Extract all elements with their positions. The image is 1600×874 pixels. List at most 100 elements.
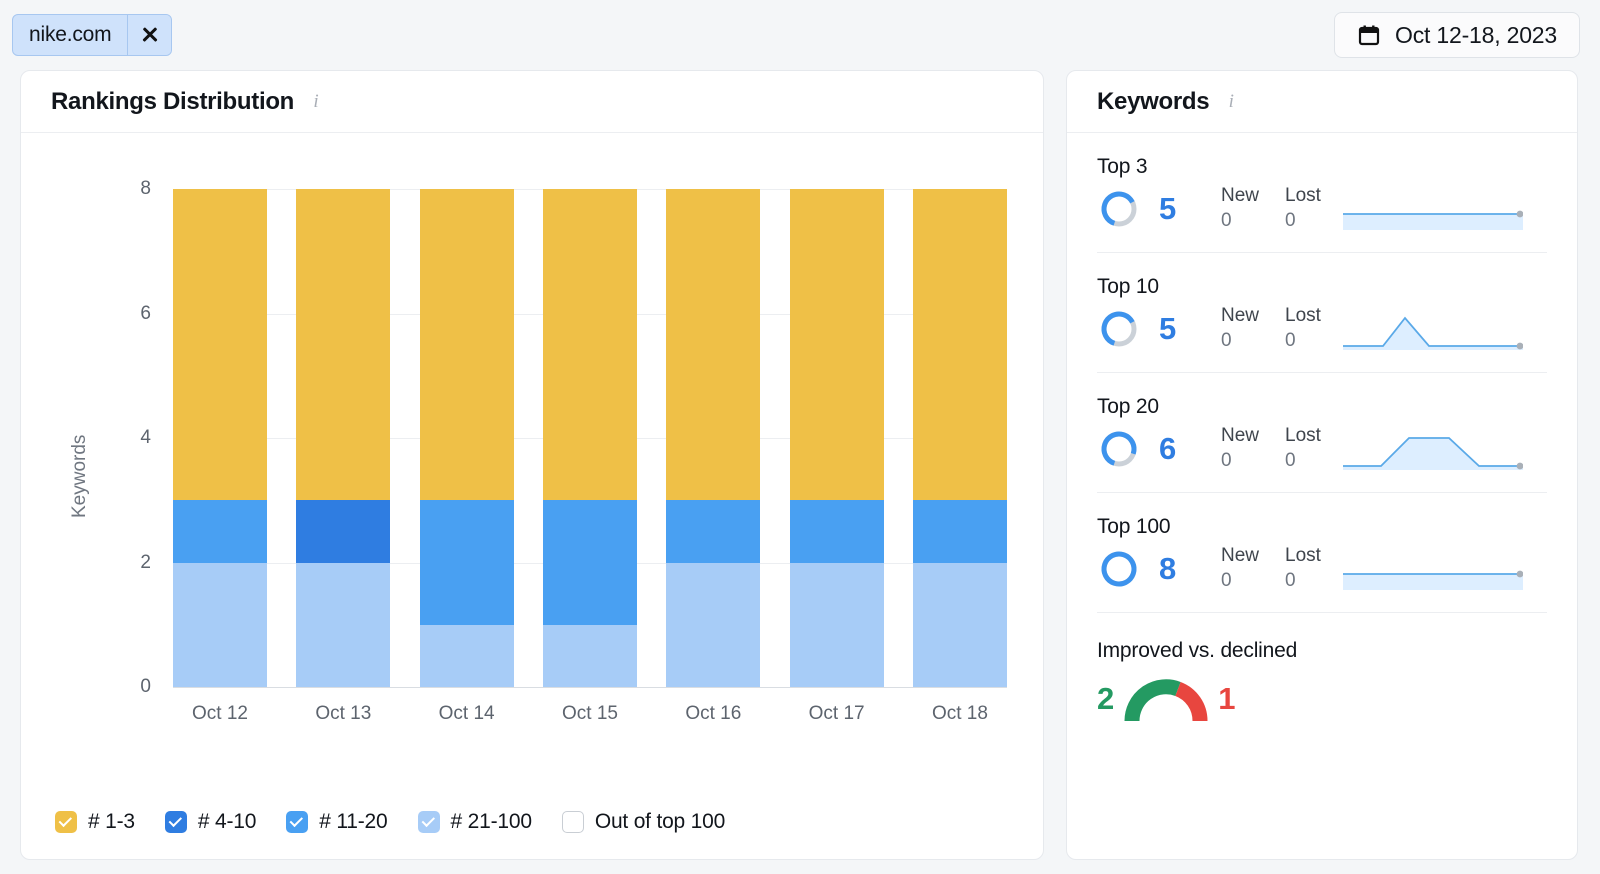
legend-item-0[interactable]: # 1-3 <box>55 810 135 834</box>
sparkline <box>1343 428 1523 470</box>
bar-segment[interactable] <box>420 625 514 687</box>
rankings-chart: Keywords 02468 Oct 12Oct 13Oct 14Oct 15O… <box>21 133 1043 785</box>
new-column: New0 <box>1221 545 1259 592</box>
lost-column: Lost0 <box>1285 545 1321 592</box>
bar-segment[interactable] <box>296 563 390 688</box>
new-label: New <box>1221 185 1259 207</box>
bar-column[interactable] <box>296 189 390 687</box>
x-tick-label: Oct 18 <box>913 703 1007 725</box>
bar-segment[interactable] <box>543 500 637 625</box>
bar-segment[interactable] <box>790 563 884 688</box>
donut-chart <box>1097 307 1151 351</box>
bar-column[interactable] <box>790 189 884 687</box>
keyword-row-name: Top 10 <box>1097 275 1547 299</box>
keyword-row-value: 5 <box>1159 191 1199 227</box>
gauge-icon <box>1120 673 1212 725</box>
bar-segment[interactable] <box>913 563 1007 688</box>
keyword-row: Top 35New0Lost0 <box>1097 133 1547 253</box>
improved-value: 2 <box>1097 681 1114 717</box>
new-value: 0 <box>1221 450 1259 472</box>
legend-item-1[interactable]: # 4-10 <box>165 810 256 834</box>
y-tick-label: 2 <box>111 552 151 574</box>
bar-segment[interactable] <box>913 500 1007 562</box>
check-icon <box>168 813 181 826</box>
bar-segment[interactable] <box>790 500 884 562</box>
keyword-row-value: 5 <box>1159 311 1199 347</box>
info-icon[interactable]: i <box>308 93 324 111</box>
new-column: New0 <box>1221 305 1259 352</box>
keyword-row-name: Top 20 <box>1097 395 1547 419</box>
bar-segment[interactable] <box>420 189 514 500</box>
y-axis-label: Keywords <box>69 435 91 518</box>
close-icon[interactable] <box>127 15 171 55</box>
x-tick-label: Oct 17 <box>790 703 884 725</box>
rankings-distribution-card: Rankings Distribution i Keywords 02468 O… <box>20 70 1044 860</box>
rankings-card-header: Rankings Distribution i <box>21 71 1043 133</box>
legend-checkbox[interactable] <box>418 811 440 833</box>
bar-segment[interactable] <box>913 189 1007 500</box>
x-tick-label: Oct 13 <box>296 703 390 725</box>
keyword-row-body: 5 New0 Lost0 <box>1097 185 1547 232</box>
bar-segment[interactable] <box>420 500 514 625</box>
improved-vs-declined: Improved vs. declined21 <box>1097 613 1547 725</box>
legend-item-2[interactable]: # 11-20 <box>286 810 387 834</box>
new-value: 0 <box>1221 330 1259 352</box>
bar-segment[interactable] <box>666 189 760 500</box>
keyword-row: Top 20 6New0Lost0 <box>1097 373 1547 493</box>
keyword-row: Top 10 5 New0 Lost 0 <box>1097 253 1547 373</box>
lost-value: 0 <box>1285 450 1321 472</box>
lost-value: 0 <box>1285 330 1321 352</box>
chart-legend: # 1-3 # 4-10 # 11-20 # 21-100 Out of top 100 <box>21 785 1043 859</box>
top-bar: nike.com Oct 12-18, 2023 <box>0 0 1600 70</box>
legend-checkbox[interactable] <box>562 811 584 833</box>
donut-chart <box>1097 187 1151 231</box>
bar-segment[interactable] <box>296 189 390 500</box>
panels-container: Rankings Distribution i Keywords 02468 O… <box>0 70 1600 860</box>
gauge-row: 21 <box>1097 673 1547 725</box>
new-value: 0 <box>1221 570 1259 592</box>
check-icon <box>290 813 303 826</box>
bar-column[interactable] <box>543 189 637 687</box>
bar-segment[interactable] <box>173 189 267 500</box>
bar-segment[interactable] <box>173 563 267 688</box>
y-tick-label: 0 <box>111 676 151 698</box>
lost-column: Lost0 <box>1285 185 1321 232</box>
bar-column[interactable] <box>913 189 1007 687</box>
bar-segment[interactable] <box>296 500 390 562</box>
legend-label: # 21-100 <box>451 810 532 834</box>
legend-checkbox[interactable] <box>55 811 77 833</box>
bar-column[interactable] <box>173 189 267 687</box>
sparkline <box>1343 308 1523 350</box>
bar-segment[interactable] <box>790 189 884 500</box>
page-title: Rankings Distribution <box>51 88 294 116</box>
lost-column: Lost 0 <box>1285 305 1321 352</box>
date-range-picker[interactable]: Oct 12-18, 2023 <box>1334 12 1580 58</box>
bar-segment[interactable] <box>666 500 760 562</box>
bar-segment[interactable] <box>666 563 760 688</box>
x-tick-label: Oct 16 <box>666 703 760 725</box>
new-column: New0 <box>1221 185 1259 232</box>
legend-checkbox[interactable] <box>286 811 308 833</box>
bar-column[interactable] <box>420 189 514 687</box>
x-tick-label: Oct 14 <box>420 703 514 725</box>
legend-item-3[interactable]: # 21-100 <box>418 810 532 834</box>
bar-segment[interactable] <box>543 625 637 687</box>
legend-checkbox[interactable] <box>165 811 187 833</box>
sparkline <box>1343 548 1523 590</box>
legend-label: # 1-3 <box>88 810 135 834</box>
lost-label: Lost <box>1285 545 1321 567</box>
keywords-title: Keywords <box>1097 88 1209 116</box>
info-icon[interactable]: i <box>1223 93 1239 111</box>
x-axis-labels: Oct 12Oct 13Oct 14Oct 15Oct 16Oct 17Oct … <box>173 703 1007 725</box>
y-tick-label: 8 <box>111 178 151 200</box>
bar-column[interactable] <box>666 189 760 687</box>
bar-segment[interactable] <box>173 500 267 562</box>
y-tick-label: 6 <box>111 303 151 325</box>
lost-label: Lost <box>1285 305 1321 327</box>
legend-item-4[interactable]: Out of top 100 <box>562 810 725 834</box>
bar-segment[interactable] <box>543 189 637 500</box>
lost-label: Lost <box>1285 185 1321 207</box>
domain-chip[interactable]: nike.com <box>12 14 172 56</box>
keyword-row-body: 6New0Lost0 <box>1097 425 1547 472</box>
check-icon <box>59 813 72 826</box>
